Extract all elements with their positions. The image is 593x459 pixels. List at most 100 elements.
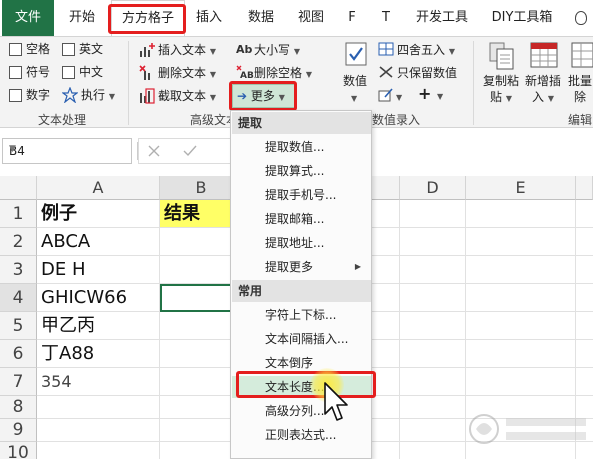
menu-item-extract-email[interactable]: 提取邮箱... xyxy=(232,208,371,230)
chevron-down-icon[interactable]: ▼ xyxy=(9,144,126,154)
extract-more-label: 提取更多 xyxy=(265,260,314,274)
copy-paste-line2: 贴 ▼ xyxy=(490,90,512,104)
checkbox-english[interactable] xyxy=(62,43,75,56)
menu-item-extract-more[interactable]: 提取更多 ▶ xyxy=(232,256,371,278)
row-header[interactable]: 10 xyxy=(0,442,37,459)
gridline xyxy=(372,339,593,340)
menu-item-superscript[interactable]: 字符上下标... xyxy=(232,304,371,326)
insert-text-label: 插入文本 xyxy=(158,43,207,57)
row-header[interactable]: 2 xyxy=(0,228,37,256)
menu-item-extract-phone[interactable]: 提取手机号... xyxy=(232,184,371,206)
value-icon xyxy=(345,42,367,66)
row-header[interactable]: 8 xyxy=(0,396,37,419)
row-header[interactable]: 5 xyxy=(0,312,37,340)
menu-item-extract-formula[interactable]: 提取算式... xyxy=(232,160,371,182)
tab-f[interactable]: F xyxy=(338,0,366,36)
label-number: 数字 xyxy=(26,88,51,102)
label-english: 英文 xyxy=(79,42,104,56)
tab-home[interactable]: 开始 xyxy=(54,0,110,36)
formula-buttons-frame xyxy=(138,138,232,164)
add-insert-icon xyxy=(530,42,558,68)
case-label: 大小写 xyxy=(254,43,291,57)
tab-view[interactable]: 视图 xyxy=(290,0,332,36)
lightbulb-icon[interactable] xyxy=(575,11,587,25)
cell-a6[interactable]: 丁A88 xyxy=(37,340,160,368)
select-all-corner[interactable] xyxy=(0,176,37,200)
row-header[interactable]: 9 xyxy=(0,419,37,442)
checkbox-space[interactable] xyxy=(9,43,22,56)
execute-icon xyxy=(62,87,78,103)
menu-item-regex[interactable]: 正则表达式... xyxy=(232,424,371,446)
cell-a5[interactable]: 甲乙丙 xyxy=(37,312,160,340)
tab-developer[interactable]: 开发工具 xyxy=(408,0,476,36)
edit-value-dropdown[interactable]: ▼ xyxy=(396,88,402,106)
cell-a7[interactable]: 354 xyxy=(37,368,160,396)
svg-text:Ab: Ab xyxy=(236,43,253,56)
column-header-e[interactable]: E xyxy=(466,176,576,200)
delete-space-icon: AB xyxy=(236,65,254,79)
label-chinese: 中文 xyxy=(79,65,104,79)
label-space: 空格 xyxy=(26,42,51,56)
delete-space-button[interactable]: 删除空格 ▼ xyxy=(254,65,312,83)
execute-button[interactable]: 执行 ▼ xyxy=(81,87,115,105)
tab-diy-toolbox[interactable]: DIY工具箱 xyxy=(482,0,562,36)
group-label-text-processing: 文本处理 xyxy=(38,113,87,127)
extract-text-button[interactable]: 截取文本 ▼ xyxy=(158,88,216,106)
insert-text-button[interactable]: 插入文本 ▼ xyxy=(158,42,216,60)
more-label: 更多 xyxy=(250,89,275,103)
checkbox-symbol[interactable] xyxy=(9,66,22,79)
tab-t[interactable]: T xyxy=(372,0,400,36)
gridline xyxy=(372,311,593,312)
more-button[interactable]: ➔ 更多 ▼ xyxy=(232,84,296,108)
tab-insert[interactable]: 插入 xyxy=(188,0,230,36)
column-header-a[interactable]: A xyxy=(37,176,160,200)
tab-file[interactable]: 文件 xyxy=(2,0,54,36)
cell-a2[interactable]: ABCA xyxy=(37,228,160,256)
cell-a3[interactable]: DE H xyxy=(37,256,160,284)
batch-delete-button[interactable]: 批量 xyxy=(568,73,592,89)
column-header-d[interactable]: D xyxy=(400,176,466,200)
value-dropdown[interactable]: ▼ xyxy=(351,89,357,107)
tab-data[interactable]: 数据 xyxy=(240,0,282,36)
ribbon-tab-bar: 文件 开始 方方格子 插入 数据 视图 F T 开发工具 DIY工具箱 xyxy=(0,0,593,37)
cell-a8[interactable] xyxy=(37,396,160,419)
row-header[interactable]: 4 xyxy=(0,284,37,312)
cell-a4[interactable]: GHICW66 xyxy=(37,284,160,312)
value-button[interactable]: 数值 xyxy=(343,73,367,89)
row-header[interactable]: 3 xyxy=(0,256,37,284)
add-insert-button[interactable]: 新增插 xyxy=(525,73,561,89)
cell-a10[interactable] xyxy=(37,442,160,459)
checkbox-chinese[interactable] xyxy=(62,66,75,79)
submenu-arrow-icon: ▶ xyxy=(354,262,361,271)
case-icon: Ab xyxy=(236,43,253,56)
delete-text-icon xyxy=(139,65,150,80)
copy-paste-button[interactable]: 复制粘 xyxy=(483,73,519,89)
row-header[interactable]: 6 xyxy=(0,340,37,368)
case-button[interactable]: 大小写 ▼ xyxy=(254,42,300,60)
cell-a9[interactable] xyxy=(37,419,160,442)
menu-item-reverse-text[interactable]: 文本倒序 xyxy=(232,352,371,374)
cell-a1[interactable]: 例子 xyxy=(37,200,160,228)
row-header[interactable]: 1 xyxy=(0,200,37,228)
menu-item-interval-insert[interactable]: 文本间隔插入... xyxy=(232,328,371,350)
tab-fangfang-gezi[interactable]: 方方格子 xyxy=(111,0,185,37)
add-insert-line2: 入 ▼ xyxy=(532,90,554,104)
menu-item-extract-address[interactable]: 提取地址... xyxy=(232,232,371,254)
delete-text-label: 删除文本 xyxy=(158,66,207,80)
edit-value-icon xyxy=(378,88,393,102)
column-header-f[interactable] xyxy=(576,176,593,200)
checkbox-number[interactable] xyxy=(9,89,22,102)
group-label-edit: 编辑 xyxy=(568,113,593,127)
round-button[interactable]: 四舍五入 ▼ xyxy=(397,42,455,60)
delete-text-button[interactable]: 删除文本 ▼ xyxy=(158,65,216,83)
row-header[interactable]: 7 xyxy=(0,368,37,396)
menu-item-extract-number[interactable]: 提取数值... xyxy=(232,136,371,158)
keep-value-button[interactable]: 只保留数值 xyxy=(397,65,457,81)
name-box[interactable]: B4 ▼ xyxy=(2,138,132,164)
ribbon-separator xyxy=(473,41,474,125)
gridline xyxy=(372,283,593,284)
svg-text:AB: AB xyxy=(240,71,254,79)
mouse-pointer-icon xyxy=(324,382,348,421)
plus-button[interactable]: + ▼ xyxy=(418,86,443,105)
extract-text-icon xyxy=(140,88,155,104)
